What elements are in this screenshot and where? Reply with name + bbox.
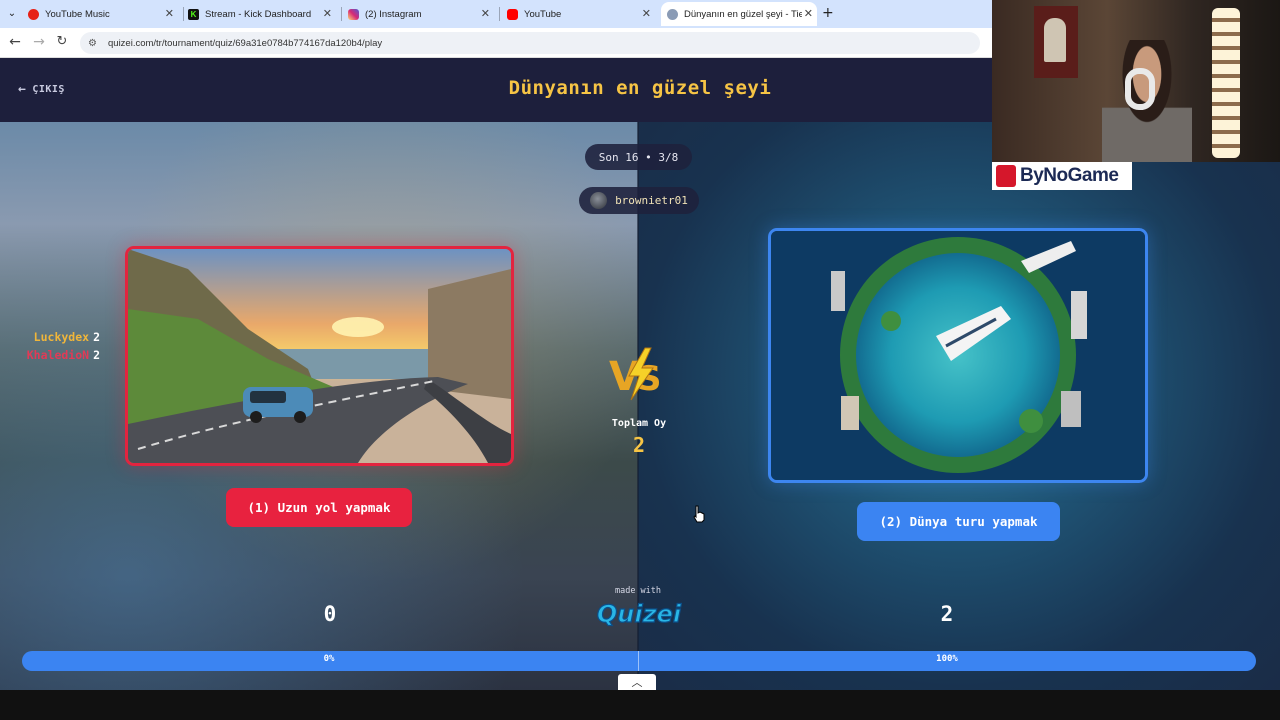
tab-youtube[interactable]: YouTube ✕ [507, 2, 655, 26]
quizei-logo[interactable]: Quizei [594, 596, 684, 630]
tab-kick-dashboard[interactable]: K Stream - Kick Dashboard ✕ [188, 2, 336, 26]
youtube-music-icon [28, 8, 39, 20]
voter-name: Luckydex [33, 330, 90, 344]
url-text: quizei.com/tr/tournament/quiz/69a31e0784… [108, 37, 383, 49]
headphones-icon [1125, 68, 1155, 110]
choice-card-left[interactable] [125, 246, 514, 466]
tab-youtube-music[interactable]: YouTube Music ✕ [28, 2, 178, 26]
choice-button-right[interactable]: (2) Dünya turu yapmak [857, 502, 1060, 541]
close-tab-icon[interactable]: ✕ [323, 7, 332, 20]
voter-list: Luckydex 2 KhaledioN 2 [27, 328, 100, 364]
tab-separator [183, 7, 184, 21]
tab-title: (2) Instagram [365, 8, 422, 20]
tab-separator [499, 7, 500, 21]
youtube-icon [507, 8, 518, 20]
collapse-chevron-up-icon[interactable]: ︿ [618, 674, 656, 690]
quizei-favicon-icon [667, 8, 678, 20]
tab-title: Dünyanın en güzel şeyi - Tier L... [684, 8, 802, 20]
hand-cursor-icon [693, 505, 705, 523]
ring-light [1212, 8, 1240, 158]
tab-title: YouTube Music [45, 8, 110, 20]
percent-right: 100% [936, 654, 958, 664]
quizei-logo-text: Quizei [597, 600, 682, 628]
webcam-overlay [992, 0, 1280, 162]
tab-separator [341, 7, 342, 21]
vote-count-left: 0 [323, 602, 337, 626]
reload-icon[interactable]: ↻ [53, 34, 71, 49]
close-tab-icon[interactable]: ✕ [481, 7, 490, 20]
tab-title: YouTube [524, 8, 562, 20]
choice-card-right[interactable] [768, 228, 1148, 483]
tab-quizei-active[interactable]: Dünyanın en güzel şeyi - Tier L... ✕ [661, 2, 817, 26]
voter-name: KhaledioN [26, 348, 90, 362]
total-votes-label: Toplam Oy [611, 418, 667, 429]
url-field[interactable]: ⚙ quizei.com/tr/tournament/quiz/69a31e07… [80, 32, 980, 54]
round-label: Son 16 • 3/8 [598, 150, 679, 164]
close-tab-icon[interactable]: ✕ [165, 7, 174, 20]
sponsor-name: ByNoGame [1020, 165, 1119, 186]
tab-title: Stream - Kick Dashboard [205, 8, 312, 20]
vote-progress-bar: 0% 100% [22, 651, 1256, 671]
tab-search-icon[interactable]: ⌄ [4, 6, 20, 22]
percent-left: 0% [323, 654, 335, 664]
avatar [590, 192, 608, 209]
bynogame-mark-icon [996, 165, 1016, 187]
sponsor-logo: ByNoGame [992, 162, 1132, 190]
close-tab-icon[interactable]: ✕ [642, 7, 651, 20]
voter-score: 2 [93, 330, 100, 344]
made-with-label: made with [614, 586, 662, 596]
site-settings-icon[interactable]: ⚙ [88, 38, 100, 49]
round-indicator: Son 16 • 3/8 [585, 144, 692, 170]
voter-row: KhaledioN 2 [27, 346, 100, 364]
player-badge: brownietr01 [579, 187, 699, 214]
vote-count-right: 2 [940, 602, 954, 626]
voter-row: Luckydex 2 [27, 328, 100, 346]
world-tour-image [771, 231, 1145, 480]
progress-divider [638, 651, 639, 671]
forward-arrow-icon[interactable]: → [30, 34, 48, 50]
road-trip-image [128, 249, 511, 463]
back-arrow-icon[interactable]: ← [6, 34, 24, 50]
choice-label: (2) Dünya turu yapmak [879, 514, 1038, 529]
close-tab-icon[interactable]: ✕ [804, 7, 813, 20]
choice-button-left[interactable]: (1) Uzun yol yapmak [226, 488, 412, 527]
kick-icon: K [188, 8, 199, 20]
choice-label: (1) Uzun yol yapmak [247, 500, 391, 515]
voter-score: 2 [93, 348, 100, 362]
wall-poster [1034, 6, 1078, 78]
new-tab-icon[interactable]: + [822, 5, 834, 21]
total-votes-value: 2 [632, 433, 646, 457]
tab-instagram[interactable]: (2) Instagram ✕ [348, 2, 494, 26]
instagram-icon [348, 8, 359, 20]
player-name: brownietr01 [615, 194, 688, 207]
versus-lightning-icon: V S [609, 347, 662, 401]
